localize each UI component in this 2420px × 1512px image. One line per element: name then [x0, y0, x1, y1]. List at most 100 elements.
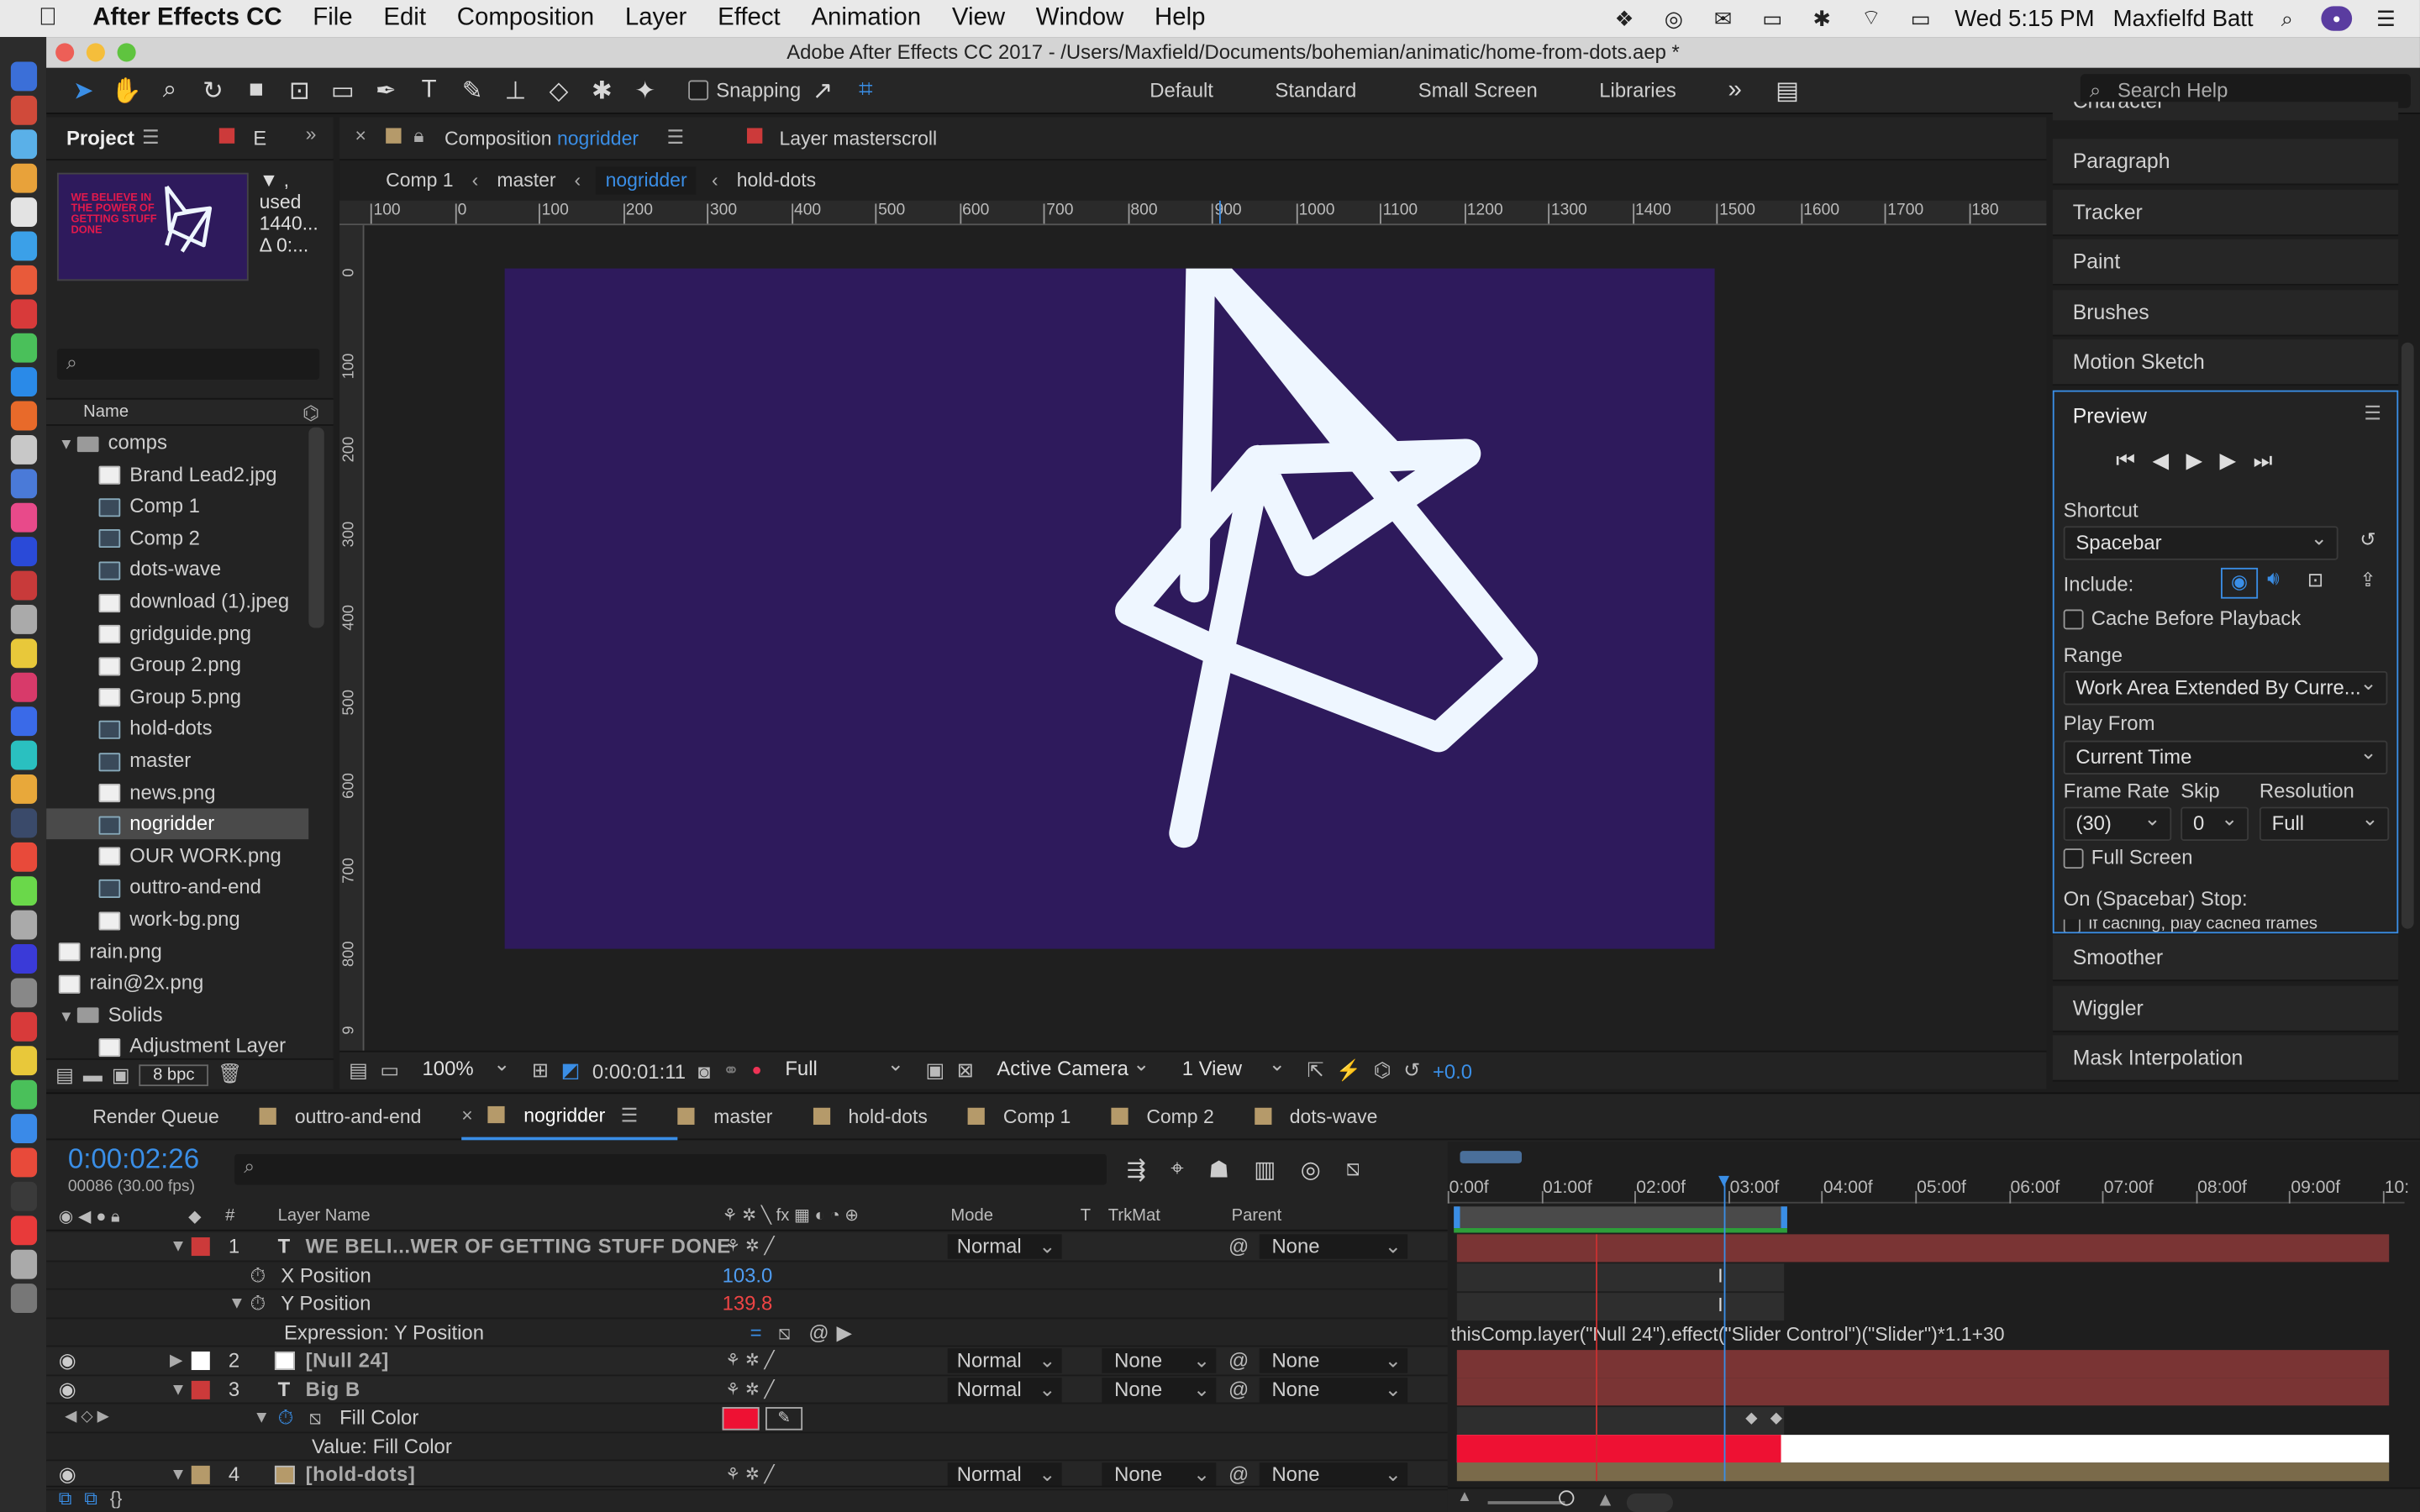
comp-tab-menu-icon[interactable]: ☰ — [666, 125, 684, 149]
dock-app-14-icon[interactable] — [9, 502, 37, 533]
menu-animation[interactable]: Animation — [811, 5, 921, 33]
expression-text[interactable]: thisComp.layer("Null 24").effect("Slider… — [1450, 1324, 2004, 1346]
include-overlays-icon[interactable]: ⊡ — [2307, 568, 2323, 591]
range-dropdown[interactable]: Work Area Extended By Curre... — [2063, 668, 2388, 706]
zoom-slider-knob[interactable] — [1559, 1490, 1575, 1506]
project-item[interactable]: gridguide.png — [46, 618, 308, 649]
expression-menu-icon[interactable]: ▶ — [836, 1318, 851, 1347]
wifi-icon[interactable]: ⌔ — [1856, 5, 1887, 30]
parent-dropdown[interactable]: None ⌄ — [1259, 1234, 1408, 1259]
menu-composition[interactable]: Composition — [457, 5, 594, 33]
dock-app-2-icon[interactable] — [9, 95, 37, 125]
timeline-tab-comp-2[interactable]: Comp 2 — [1111, 1093, 1254, 1139]
lock-icon[interactable]: 🔒︎ — [413, 125, 424, 149]
project-item[interactable]: hold-dots — [46, 713, 308, 744]
comp-canvas[interactable] — [504, 247, 1715, 949]
panel-menu-icon[interactable]: ☰ — [142, 125, 160, 149]
menu-app[interactable]: After Effects CC — [92, 5, 281, 33]
last-frame-icon[interactable]: ⏭ — [2253, 448, 2272, 474]
preview-resolution-dropdown[interactable]: Full — [2259, 804, 2390, 842]
dock-app-24-icon[interactable] — [9, 842, 37, 872]
bluetooth-icon[interactable]: ✱ — [1807, 5, 1838, 30]
play-from-dropdown[interactable]: Current Time — [2063, 738, 2388, 775]
dock-app-26-icon[interactable] — [9, 910, 37, 940]
parent-dropdown[interactable]: None ⌄ — [1259, 1348, 1408, 1373]
transparency-grid-icon[interactable]: ⊠ — [957, 1058, 974, 1083]
pen-tool-icon[interactable]: ✒ — [364, 71, 407, 108]
dock-app-25-icon[interactable] — [9, 876, 37, 906]
menu-help[interactable]: Help — [1155, 5, 1205, 33]
toggle-transfer-icon[interactable]: ⧉ — [84, 1488, 97, 1512]
dock-app-22-icon[interactable] — [9, 774, 37, 804]
time-navigator[interactable] — [1460, 1151, 1522, 1163]
panel-wiggler[interactable]: Wiggler — [2052, 984, 2399, 1032]
close-tab-icon[interactable]: × — [461, 1104, 472, 1126]
frame-rate-dropdown[interactable]: (30) — [2063, 804, 2172, 842]
snapshot-icon[interactable]: ◙ — [698, 1059, 710, 1083]
panel-smoother[interactable]: Smoother — [2052, 935, 2399, 982]
eraser-tool-icon[interactable]: ◇ — [537, 71, 580, 108]
monitor-icon[interactable]: ▭ — [380, 1058, 399, 1083]
snapping-toggle[interactable]: Snapping — [688, 79, 801, 102]
character-panel-cut[interactable]: Character — [2052, 102, 2399, 121]
spotlight-icon[interactable]: ⌕ — [2272, 5, 2303, 30]
zoom-slider[interactable] — [1487, 1501, 1565, 1504]
layer-name[interactable]: [Null 24] — [306, 1347, 389, 1375]
twirl-icon[interactable]: ▼ — [170, 1233, 187, 1262]
preview-menu-icon[interactable]: ☰ — [2364, 402, 2381, 424]
play-icon[interactable]: ▶ — [2186, 448, 2202, 474]
timeline-tab-master[interactable]: master — [678, 1093, 813, 1139]
roto-brush-tool-icon[interactable]: ✱ — [581, 71, 623, 108]
twirl-icon[interactable]: ▼ — [253, 1404, 270, 1432]
layer-mode-dropdown[interactable]: Normal ⌄ — [947, 1234, 1062, 1259]
battery-icon[interactable]: ▭ — [1905, 5, 1936, 30]
snapping-checkbox[interactable] — [688, 80, 709, 101]
horizontal-scroll[interactable] — [1626, 1493, 1673, 1512]
fast-previews-icon[interactable]: ⚡ — [1336, 1058, 1361, 1083]
trkmat-dropdown[interactable]: None ⌄ — [1102, 1377, 1217, 1402]
dock-app-10-icon[interactable] — [9, 367, 37, 397]
creative-cloud-icon[interactable]: ◎ — [1659, 5, 1690, 30]
layer-row[interactable]: ◉ ▶ 2 [Null 24] ⚘ ✲ ╱ Normal ⌄ None ⌄ @ None ⌄ — [46, 1347, 1448, 1376]
clone-stamp-tool-icon[interactable]: ⊥ — [494, 71, 537, 108]
right-panel-scrollbar[interactable] — [2401, 342, 2414, 929]
breadcrumb-item[interactable]: nogridder — [596, 166, 697, 195]
layer-label-swatch[interactable] — [191, 1351, 210, 1370]
menu-effect[interactable]: Effect — [718, 5, 781, 33]
toggle-switches-icon[interactable]: ⧉ — [59, 1488, 72, 1512]
dock-app-31-icon[interactable] — [9, 1079, 37, 1110]
pickwhip-icon[interactable]: @ — [1228, 1233, 1249, 1262]
pan-behind-tool-icon[interactable]: ⊡ — [278, 71, 321, 108]
layer-mode-dropdown[interactable]: Normal ⌄ — [947, 1462, 1062, 1488]
panel-paragraph[interactable]: Paragraph — [2052, 139, 2399, 186]
dropbox-icon[interactable]: ❖ — [1609, 5, 1640, 30]
dock-app-33-icon[interactable] — [9, 1147, 37, 1178]
project-item[interactable]: dots-wave — [46, 554, 308, 585]
layer-tab[interactable]: Layer masterscroll — [780, 128, 938, 150]
stopwatch-icon[interactable]: ⏱ — [250, 1289, 266, 1318]
stop-option-cut[interactable]: If caching, play cached frames — [2063, 919, 2388, 932]
workspace-default[interactable]: Default — [1150, 79, 1213, 102]
graph-editor-icon[interactable]: ⧅ — [1345, 1156, 1360, 1184]
menu-window[interactable]: Window — [1036, 5, 1124, 33]
zoom-window-icon[interactable] — [117, 43, 136, 62]
timeline-tab-nogridder[interactable]: × nogridder ☰ — [461, 1093, 679, 1140]
project-item[interactable]: Group 5.png — [46, 681, 308, 712]
dock-app-4-icon[interactable] — [9, 163, 37, 193]
camera-dropdown[interactable]: Active Camera — [986, 1051, 1159, 1086]
keyframe-2-icon[interactable]: ◆ — [1770, 1410, 1782, 1427]
breadcrumb-item[interactable]: Comp 1 — [383, 166, 457, 194]
effects-tab[interactable]: E — [253, 127, 266, 150]
puppet-tool-icon[interactable]: ✦ — [623, 71, 666, 108]
channels-icon[interactable]: ● — [752, 1062, 762, 1080]
timeline-tab-hold-dots[interactable]: hold-dots — [813, 1093, 967, 1139]
project-item[interactable]: Group 2.png — [46, 650, 308, 681]
layer-label-swatch[interactable] — [191, 1379, 210, 1399]
dock-app-15-icon[interactable] — [9, 537, 37, 567]
parent-dropdown[interactable]: None ⌄ — [1259, 1377, 1408, 1402]
frame-blending-icon[interactable]: ▥ — [1254, 1156, 1276, 1184]
dock-app-12-icon[interactable] — [9, 434, 37, 465]
menu-edit[interactable]: Edit — [383, 5, 426, 33]
dock-app-6-icon[interactable] — [9, 231, 37, 261]
trkmat-dropdown[interactable]: None ⌄ — [1102, 1348, 1217, 1373]
